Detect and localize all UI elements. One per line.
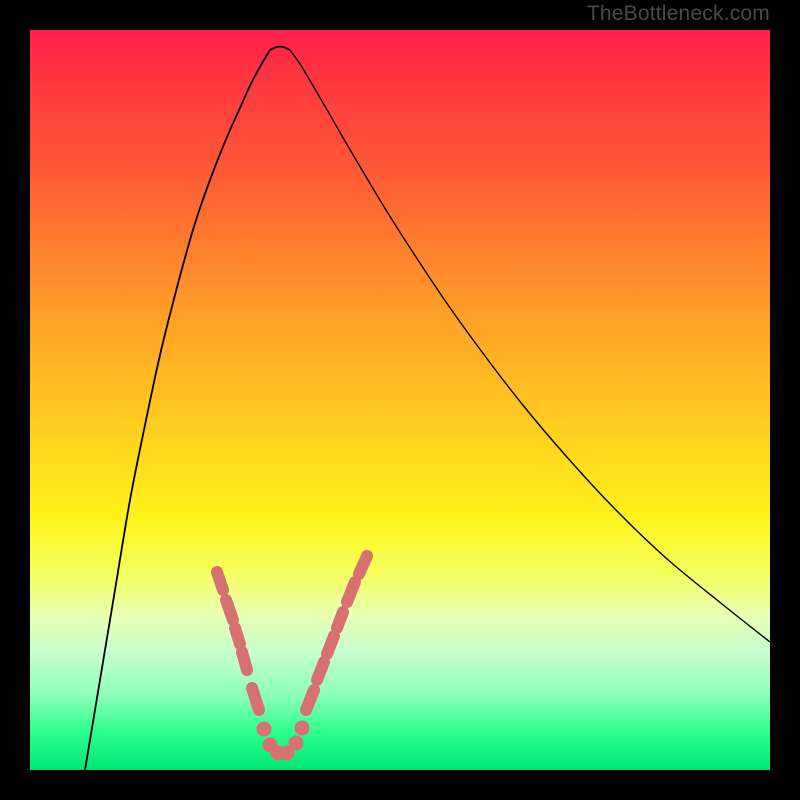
valley-floor	[270, 47, 290, 50]
data-point-capsule	[252, 688, 259, 710]
data-point-capsule	[359, 556, 367, 574]
data-point-capsule	[337, 612, 343, 628]
chart-frame: TheBottleneck.com	[0, 0, 800, 800]
data-points-overlay	[217, 556, 367, 761]
data-point-dot	[289, 736, 304, 751]
data-point-capsule	[317, 662, 324, 680]
watermark-text: TheBottleneck.com	[587, 0, 770, 28]
data-point-capsule	[235, 628, 240, 644]
data-point-capsule	[226, 600, 233, 620]
curve-group	[85, 47, 770, 770]
data-point-capsule	[217, 572, 223, 590]
data-point-capsule	[347, 582, 355, 602]
data-point-capsule	[327, 636, 334, 654]
data-point-dot	[295, 721, 310, 736]
chart-svg	[30, 30, 770, 770]
data-point-dot	[257, 722, 272, 737]
plot-area	[30, 30, 770, 770]
data-point-capsule	[242, 652, 247, 670]
data-point-capsule	[306, 690, 314, 710]
